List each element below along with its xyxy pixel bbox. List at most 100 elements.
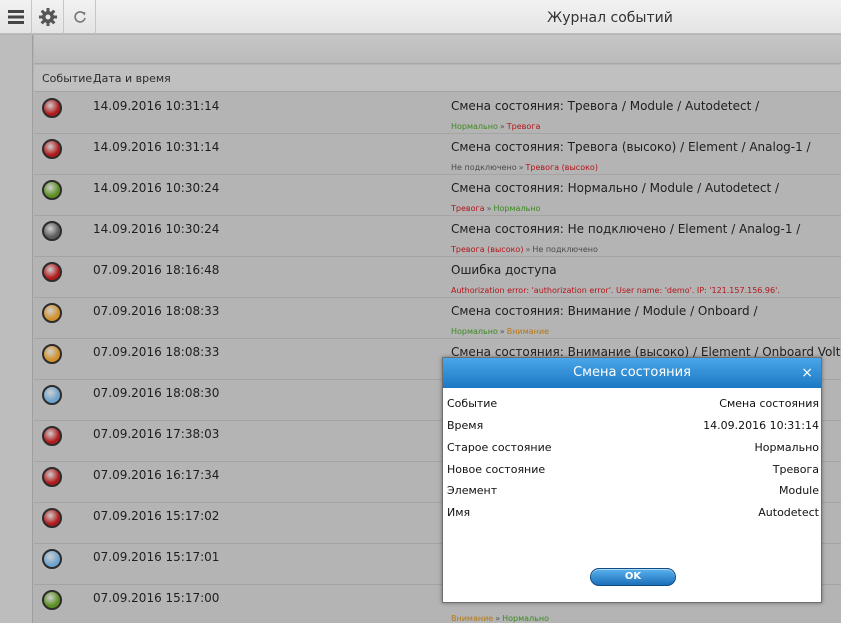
old-state: Не подключено — [451, 163, 517, 172]
old-state: Authorization error: 'authorization erro… — [451, 286, 780, 295]
field-value: Autodetect — [758, 506, 819, 519]
status-indicator-icon — [42, 508, 62, 528]
event-row[interactable]: 14.09.2016 10:30:24 Смена состояния: Не п… — [34, 216, 841, 257]
dialog-header: Смена состояния × — [443, 358, 821, 388]
field-label: Имя — [447, 506, 471, 519]
event-datetime: 07.09.2016 18:16:48 — [93, 263, 220, 277]
event-message: Смена состояния: Внимание / Module / Onb… — [451, 304, 758, 318]
dialog-field: Элемент Module — [447, 481, 819, 501]
event-row[interactable]: 14.09.2016 10:31:14 Смена состояния: Трев… — [34, 134, 841, 175]
status-indicator-icon — [42, 98, 62, 118]
event-datetime: 14.09.2016 10:30:24 — [93, 181, 220, 195]
old-state: Внимание — [451, 614, 494, 623]
old-state: Нормально — [451, 122, 498, 131]
state-transition: Не подключено» Тревога (высоко) — [451, 163, 598, 172]
new-state: Нормально — [493, 204, 541, 213]
field-value: Нормально — [754, 441, 819, 454]
old-state: Тревога (высоко) — [451, 245, 524, 254]
column-header-datetime[interactable]: Дата и время — [93, 72, 171, 85]
event-datetime: 07.09.2016 15:17:02 — [93, 509, 220, 523]
state-transition: Внимание» Нормально — [451, 614, 549, 623]
ok-button[interactable]: OK — [590, 568, 676, 586]
state-transition: Authorization error: 'authorization erro… — [451, 286, 784, 295]
event-datetime: 07.09.2016 18:08:33 — [93, 304, 220, 318]
transition-arrow: » — [499, 122, 505, 131]
event-details-dialog: Смена состояния × Событие Смена состояни… — [442, 357, 822, 603]
close-icon[interactable]: × — [801, 358, 813, 388]
transition-arrow: » — [486, 204, 492, 213]
transition-arrow: » — [518, 163, 524, 172]
dialog-title: Смена состояния — [573, 365, 691, 380]
event-row[interactable]: 14.09.2016 10:31:14 Смена состояния: Трев… — [34, 93, 841, 134]
old-state: Нормально — [451, 327, 498, 336]
status-indicator-icon — [42, 549, 62, 569]
dialog-field: Старое состояние Нормально — [447, 438, 819, 458]
event-datetime: 07.09.2016 15:17:01 — [93, 550, 220, 564]
status-indicator-icon — [42, 139, 62, 159]
status-indicator-icon — [42, 385, 62, 405]
event-message: Смена состояния: Тревога / Module / Auto… — [451, 99, 760, 113]
status-indicator-icon — [42, 303, 62, 323]
dialog-field: Время 14.09.2016 10:31:14 — [447, 416, 819, 436]
field-value: 14.09.2016 10:31:14 — [703, 419, 819, 432]
gear-icon — [38, 8, 57, 26]
event-datetime: 14.09.2016 10:30:24 — [93, 222, 220, 236]
field-value: Смена состояния — [719, 397, 819, 410]
status-indicator-icon — [42, 590, 62, 610]
state-transition: Нормально» Тревога — [451, 122, 540, 131]
status-indicator-icon — [42, 426, 62, 446]
dialog-field: Имя Autodetect — [447, 503, 819, 523]
new-state: Тревога — [506, 122, 541, 131]
state-transition: Тревога» Нормально — [451, 204, 540, 213]
event-row[interactable]: 14.09.2016 10:30:24 Смена состояния: Норм… — [34, 175, 841, 216]
event-datetime: 07.09.2016 17:38:03 — [93, 427, 220, 441]
old-state: Тревога — [451, 204, 485, 213]
new-state: Тревога (высоко) — [525, 163, 598, 172]
event-datetime: 07.09.2016 18:08:33 — [93, 345, 220, 359]
toolbar-strip — [34, 35, 841, 64]
event-message: Ошибка доступа — [451, 263, 557, 277]
dialog-field: Новое состояние Тревога — [447, 460, 819, 480]
field-label: Элемент — [447, 484, 498, 497]
event-datetime: 07.09.2016 16:17:34 — [93, 468, 220, 482]
new-state: Внимание — [506, 327, 550, 336]
field-label: Старое состояние — [447, 441, 552, 454]
menu-icon — [7, 10, 24, 24]
status-indicator-icon — [42, 262, 62, 282]
field-label: Новое состояние — [447, 463, 546, 476]
top-bar: Журнал событий — [0, 0, 841, 34]
menu-button[interactable] — [0, 0, 32, 34]
event-datetime: 07.09.2016 18:08:30 — [93, 386, 220, 400]
table-header: Событие Дата и время — [34, 65, 841, 92]
refresh-icon — [73, 11, 86, 23]
field-value: Тревога — [772, 463, 819, 476]
new-state: Нормально — [502, 614, 550, 623]
event-datetime: 07.09.2016 15:17:00 — [93, 591, 220, 605]
transition-arrow: » — [525, 245, 531, 254]
state-transition: Тревога (высоко)» Не подключено — [451, 245, 598, 254]
event-message: Смена состояния: Нормально / Module / Au… — [451, 181, 780, 195]
event-row[interactable]: 07.09.2016 18:08:33 Смена состояния: Вним… — [34, 298, 841, 339]
new-state: Не подключено — [532, 245, 598, 254]
status-indicator-icon — [42, 180, 62, 200]
state-transition: Нормально» Внимание — [451, 327, 549, 336]
transition-arrow: » — [499, 327, 505, 336]
transition-arrow: » — [495, 614, 501, 623]
left-rail — [0, 35, 33, 623]
event-message: Смена состояния: Тревога (высоко) / Elem… — [451, 140, 811, 154]
page-title: Журнал событий — [547, 10, 673, 26]
event-datetime: 14.09.2016 10:31:14 — [93, 99, 220, 113]
field-label: Время — [447, 419, 484, 432]
column-header-event[interactable]: Событие — [42, 72, 92, 85]
status-indicator-icon — [42, 467, 62, 487]
settings-button[interactable] — [32, 0, 64, 34]
status-indicator-icon — [42, 221, 62, 241]
status-indicator-icon — [42, 344, 62, 364]
event-row[interactable]: 07.09.2016 18:16:48 Ошибка доступа Authori… — [34, 257, 841, 298]
field-value: Module — [779, 484, 819, 497]
field-label: Событие — [447, 397, 498, 410]
event-message: Смена состояния: Не подключено / Element… — [451, 222, 801, 236]
refresh-button[interactable] — [64, 0, 96, 34]
event-datetime: 14.09.2016 10:31:14 — [93, 140, 220, 154]
dialog-field: Событие Смена состояния — [447, 394, 819, 414]
